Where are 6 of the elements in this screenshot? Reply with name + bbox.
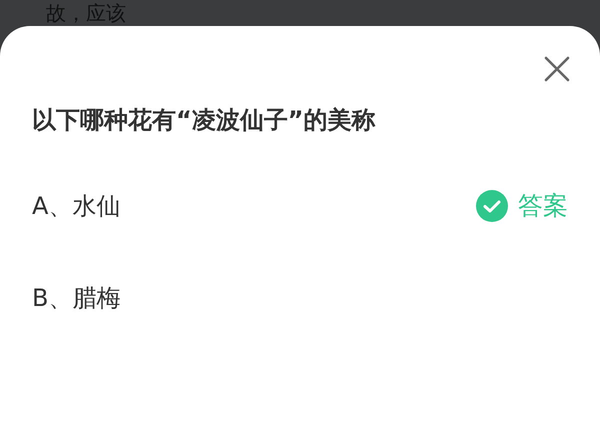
answer-label: 答案 bbox=[518, 190, 568, 222]
close-button[interactable] bbox=[542, 54, 572, 84]
option-text[interactable]: B、腊梅 bbox=[32, 280, 120, 316]
question-text: 以下哪种花有“凌波仙子”的美称 bbox=[32, 105, 377, 136]
option-text[interactable]: A、水仙 bbox=[32, 188, 120, 224]
check-circle-icon bbox=[476, 190, 508, 222]
